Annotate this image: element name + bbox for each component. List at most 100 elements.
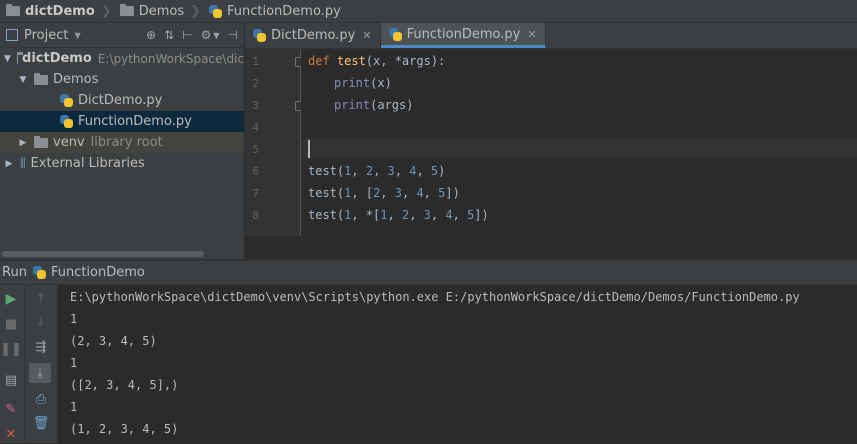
number-token: 1 <box>380 208 387 222</box>
pin-icon[interactable]: ✎ <box>1 399 21 419</box>
code-line-6: test(1, 2, 3, 4, 5) <box>308 164 445 178</box>
expand-arrow-icon[interactable]: ▼ <box>4 54 11 64</box>
console-line: 1 <box>70 400 77 414</box>
breadcrumb-project[interactable]: dictDemo <box>0 0 99 22</box>
close-icon[interactable]: ✕ <box>527 28 536 41</box>
code-line-3: print(args) <box>334 98 413 112</box>
settings-dropdown-icon[interactable]: ▼ <box>213 31 219 40</box>
tree-item-dictdemo-py[interactable]: DictDemo.py <box>0 90 244 111</box>
punctuation-token: ]) <box>474 208 488 222</box>
run-toolbar-secondary: ↑ ↓ ⇶ ⤓ ⎙ 🗑 <box>25 285 58 443</box>
function-call-token: test <box>308 208 337 222</box>
run-config-name[interactable]: FunctionDemo <box>51 265 145 280</box>
line-number: 8 <box>245 209 259 222</box>
tree-item-venv[interactable]: ▶ venv library root <box>0 132 244 153</box>
console-line: 1 <box>70 312 77 326</box>
layout-icon[interactable]: ▤ <box>1 370 21 390</box>
number-token: 3 <box>395 186 402 200</box>
breadcrumb-separator: ❯ <box>101 4 112 19</box>
text-caret <box>308 140 310 158</box>
scroll-down-icon[interactable]: ↓ <box>31 312 51 332</box>
tree-item-functiondemo-py[interactable]: FunctionDemo.py <box>0 111 244 132</box>
line-number: 6 <box>245 165 259 178</box>
line-number: 4 <box>245 121 259 134</box>
collapse-arrow-icon[interactable]: ▶ <box>18 138 28 148</box>
line-number: 1 <box>245 55 259 68</box>
breadcrumb-file[interactable]: FunctionDemo.py <box>203 0 345 22</box>
collapse-arrow-icon[interactable]: ▶ <box>4 159 14 169</box>
trash-icon[interactable]: 🗑 <box>31 413 51 433</box>
number-token: 3 <box>388 164 395 178</box>
tree-item-label: Demos <box>53 72 98 87</box>
tree-item-project-root[interactable]: ▼ dictDemo E:\pythonWorkSpace\dic <box>0 48 244 69</box>
punctuation-token: , <box>388 208 402 222</box>
project-view-icon <box>6 29 18 41</box>
console-line: ([2, 3, 4, 5],) <box>70 378 178 392</box>
python-file-icon <box>209 5 222 18</box>
breadcrumb-project-label: dictDemo <box>25 4 95 19</box>
run-panel-label: Run <box>2 265 27 280</box>
punctuation-token: , <box>395 164 409 178</box>
folder-icon <box>6 6 20 16</box>
folder-icon <box>34 138 48 148</box>
gear-icon[interactable]: ⚙ <box>201 28 212 42</box>
run-console-output[interactable]: E:\pythonWorkSpace\dictDemo\venv\Scripts… <box>58 285 857 443</box>
close-icon[interactable]: ✕ <box>1 424 21 444</box>
print-icon[interactable]: ⎙ <box>31 389 51 409</box>
tab-label: DictDemo.py <box>271 28 355 43</box>
run-panel-header: Run FunctionDemo <box>0 261 857 285</box>
folder-icon <box>120 6 134 16</box>
project-panel-header: Project ▼ ⊕ ⇅ ⊢ ⚙ ▼ ⊣ <box>0 23 244 48</box>
code-editor[interactable]: def test(x, *args): print(x) print(args)… <box>301 49 857 236</box>
project-view-selector[interactable]: Project <box>24 28 68 43</box>
breadcrumb-separator: ❯ <box>190 4 201 19</box>
punctuation-token: , [ <box>351 186 373 200</box>
dropdown-arrow-icon[interactable]: ▼ <box>74 31 80 40</box>
pause-icon[interactable]: ❚❚ <box>1 339 21 359</box>
tree-item-demos[interactable]: ▼ Demos <box>0 69 244 90</box>
console-line: E:\pythonWorkSpace\dictDemo\venv\Scripts… <box>70 290 800 304</box>
line-number: 7 <box>245 187 259 200</box>
function-call-token: test <box>308 186 337 200</box>
code-line-8: test(1, *[1, 2, 3, 4, 5]) <box>308 208 489 222</box>
punctuation-token: , <box>409 208 423 222</box>
builtin-token: print <box>334 98 370 112</box>
hide-panel-icon[interactable]: ⊣ <box>228 28 238 42</box>
tab-dictdemo-py[interactable]: DictDemo.py ✕ <box>245 23 381 48</box>
code-token: (x) <box>370 76 392 90</box>
scroll-from-source-icon[interactable]: ⊕ <box>146 28 156 42</box>
punctuation-token: , *[ <box>351 208 380 222</box>
close-icon[interactable]: ✕ <box>362 29 371 42</box>
expand-icon[interactable]: ⊢ <box>182 28 192 42</box>
scroll-to-end-icon[interactable]: ⤓ <box>29 363 51 383</box>
tab-functiondemo-py[interactable]: FunctionDemo.py ✕ <box>381 23 546 48</box>
code-line-1: def test(x, *args): <box>308 54 445 68</box>
breadcrumb-folder[interactable]: Demos <box>114 0 188 22</box>
breadcrumb-folder-label: Demos <box>139 4 184 19</box>
punctuation-token: ]) <box>445 186 459 200</box>
soft-wrap-icon[interactable]: ⇶ <box>31 337 51 357</box>
code-token: (x, *args): <box>366 54 445 68</box>
tree-item-external-libraries[interactable]: ▶ ⫼ External Libraries <box>0 153 244 174</box>
punctuation-token: , <box>351 164 365 178</box>
expand-arrow-icon[interactable]: ▼ <box>18 75 28 85</box>
line-number: 3 <box>245 99 259 112</box>
tree-item-label: External Libraries <box>31 156 145 171</box>
tree-item-path: E:\pythonWorkSpace\dic <box>98 52 244 66</box>
project-horizontal-scrollbar[interactable] <box>0 250 244 259</box>
console-line: (2, 3, 4, 5) <box>70 334 157 348</box>
rerun-icon[interactable]: ▶ <box>1 289 21 309</box>
number-token: 4 <box>416 186 423 200</box>
console-line: 1 <box>70 356 77 370</box>
keyword-token: def <box>308 54 337 68</box>
punctuation-token: , <box>431 208 445 222</box>
collapse-all-icon[interactable]: ⇅ <box>164 28 174 42</box>
tab-label: FunctionDemo.py <box>407 27 521 42</box>
number-token: 2 <box>366 164 373 178</box>
punctuation-token: , <box>424 186 438 200</box>
scroll-up-icon[interactable]: ↑ <box>31 289 51 309</box>
current-line-highlight <box>301 138 857 159</box>
function-name-token: test <box>337 54 366 68</box>
line-number: 5 <box>245 143 259 156</box>
stop-icon[interactable]: ■ <box>1 314 21 334</box>
